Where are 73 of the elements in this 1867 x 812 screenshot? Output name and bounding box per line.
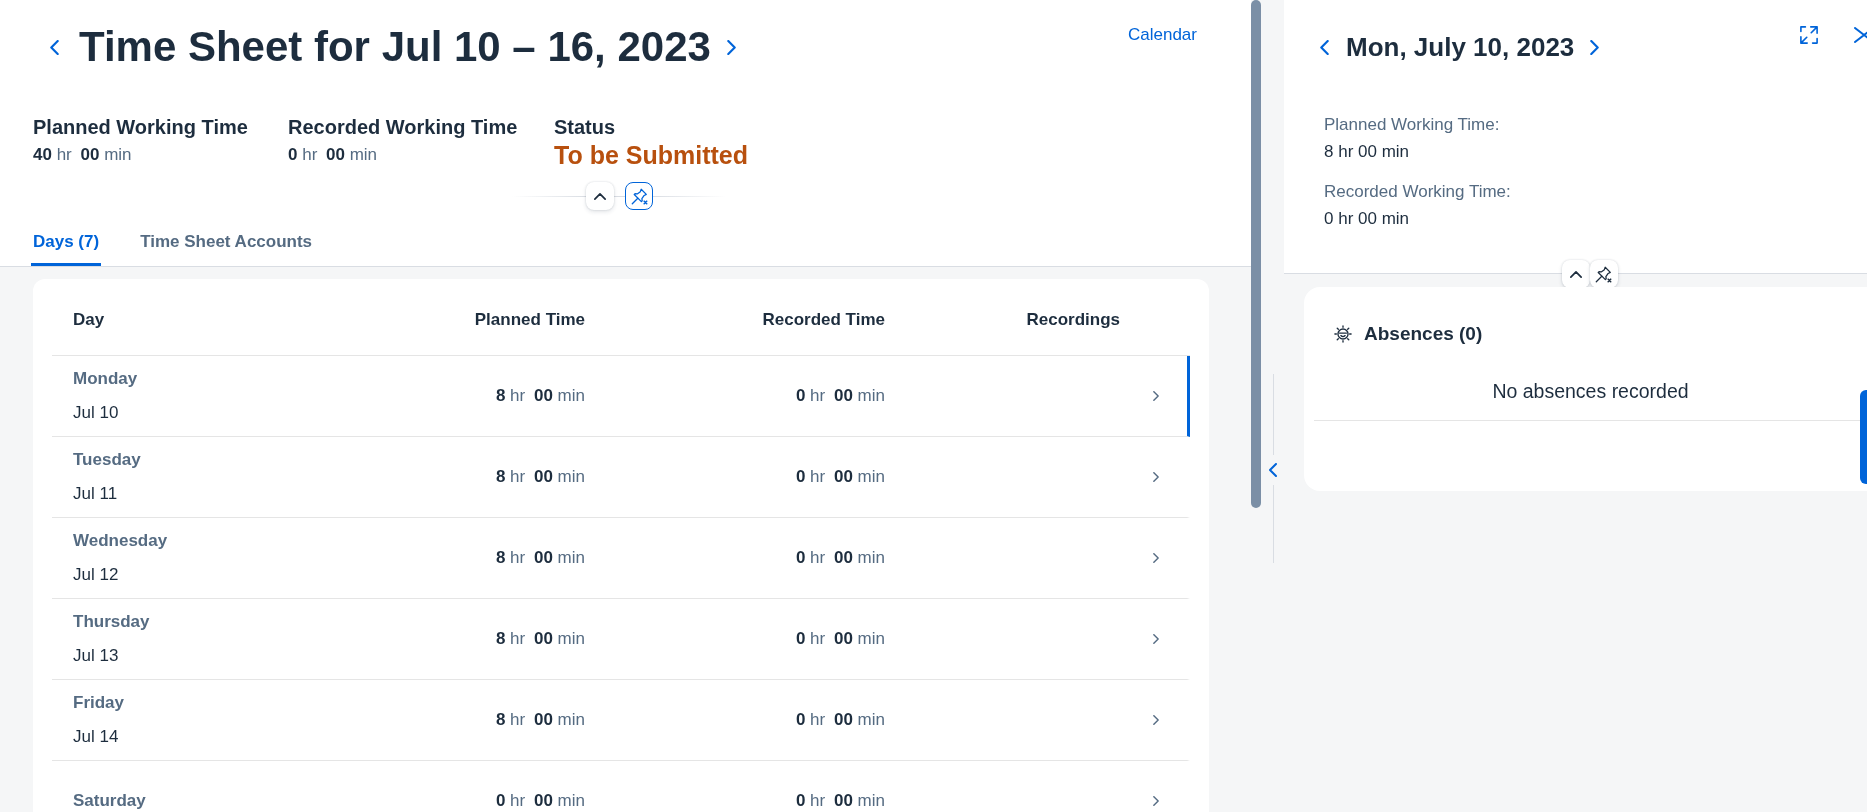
- chevron-right-icon: [1152, 634, 1159, 644]
- day-name: Tuesday: [73, 450, 141, 470]
- chevron-right-icon: [1152, 796, 1159, 806]
- pin-icon: [1595, 265, 1612, 283]
- chevron-left-icon[interactable]: [50, 39, 59, 55]
- table-row[interactable]: Tuesday Jul 11 8 hr 00 min 0 hr 00 min: [52, 437, 1190, 518]
- column-header: Recordings: [1026, 309, 1120, 331]
- sun-face-icon: [1334, 325, 1352, 343]
- column-header: Recorded Time: [762, 309, 885, 331]
- empty-message: No absences recorded: [1492, 380, 1689, 402]
- status-value: To be Submitted: [554, 140, 748, 170]
- chevron-right-icon[interactable]: [1590, 39, 1600, 55]
- day-date: Jul 10: [73, 403, 119, 423]
- recorded-time: 0 hr 00 min: [795, 710, 885, 730]
- day-name: Thursday: [73, 612, 150, 632]
- day-name: Monday: [73, 369, 138, 389]
- page-title: Time Sheet for Jul 10 – 16, 2023: [79, 22, 711, 72]
- recorded-time: 0 hr 00 min: [795, 467, 885, 487]
- chevron-left-icon[interactable]: [1269, 463, 1277, 477]
- chevron-right-icon: [1152, 472, 1159, 482]
- attribute-value: 0 hr 00 min: [288, 144, 378, 166]
- column-header: Planned Time: [474, 309, 585, 331]
- chevron-left-icon[interactable]: [1320, 39, 1329, 55]
- recorded-time: 0 hr 00 min: [795, 791, 885, 811]
- pin-icon: [630, 187, 648, 205]
- column-header: Day: [73, 309, 105, 331]
- recorded-time: 0 hr 00 min: [795, 548, 885, 568]
- table-row[interactable]: Monday Jul 10 8 hr 00 min 0 hr 00 min: [52, 356, 1190, 437]
- planned-time: 8 hr 00 min: [495, 467, 585, 487]
- planned-time: 8 hr 00 min: [495, 710, 585, 730]
- chevron-right-icon: [1152, 715, 1159, 725]
- planned-time: 8 hr 00 min: [495, 548, 585, 568]
- day-name: Saturday: [73, 791, 146, 811]
- planned-time: 8 hr 00 min: [495, 629, 585, 649]
- tab[interactable]: Days (7): [31, 210, 102, 266]
- field-label: Recorded Working Time:: [1324, 181, 1511, 203]
- attribute-label: Recorded Working Time: [288, 115, 518, 139]
- day-name: Friday: [73, 693, 125, 713]
- chevron-right-icon: [1152, 391, 1159, 401]
- field-label: Planned Working Time:: [1324, 114, 1500, 136]
- table-row[interactable]: Saturday 0 hr 00 min 0 hr 00 min: [52, 761, 1190, 812]
- attribute-label: Planned Working Time: [33, 115, 248, 139]
- attribute-value: 40 hr 00 min: [33, 144, 132, 166]
- chevron-right-icon: [1152, 553, 1159, 563]
- table-row[interactable]: Friday Jul 14 8 hr 00 min 0 hr 00 min: [52, 680, 1190, 761]
- field-value: 0 hr 00 min: [1324, 208, 1410, 230]
- collapse-button[interactable]: [1561, 260, 1590, 288]
- day-date: Jul 13: [73, 646, 119, 666]
- chevron-up-icon: [594, 192, 606, 200]
- detail-title: Mon, July 10, 2023: [1346, 31, 1575, 63]
- day-date: Jul 12: [73, 565, 119, 585]
- side-tab[interactable]: [1860, 390, 1867, 484]
- close-icon[interactable]: [1854, 27, 1867, 43]
- chevron-up-icon: [1569, 270, 1582, 278]
- table-row[interactable]: Thursday Jul 13 8 hr 00 min 0 hr 00 min: [52, 599, 1190, 680]
- planned-time: 0 hr 00 min: [495, 791, 585, 811]
- day-name: Wednesday: [73, 531, 168, 551]
- section-title: Absences (0): [1364, 323, 1483, 345]
- fullscreen-icon[interactable]: [1800, 26, 1818, 44]
- planned-time: 8 hr 00 min: [495, 386, 585, 406]
- collapse-button[interactable]: [586, 182, 614, 210]
- tab[interactable]: Time Sheet Accounts: [138, 210, 315, 266]
- pin-button[interactable]: [1589, 260, 1618, 288]
- table-row[interactable]: Wednesday Jul 12 8 hr 00 min 0 hr 00 min: [52, 518, 1190, 599]
- calendar-link[interactable]: Calendar: [1128, 20, 1197, 45]
- day-date: Jul 11: [73, 484, 118, 504]
- attribute-label: Status: [554, 115, 616, 139]
- scrollbar-thumb[interactable]: [1251, 0, 1261, 508]
- recorded-time: 0 hr 00 min: [795, 386, 885, 406]
- chevron-right-icon[interactable]: [726, 39, 736, 55]
- day-date: Jul 14: [73, 727, 119, 747]
- recorded-time: 0 hr 00 min: [795, 629, 885, 649]
- field-value: 8 hr 00 min: [1324, 141, 1410, 163]
